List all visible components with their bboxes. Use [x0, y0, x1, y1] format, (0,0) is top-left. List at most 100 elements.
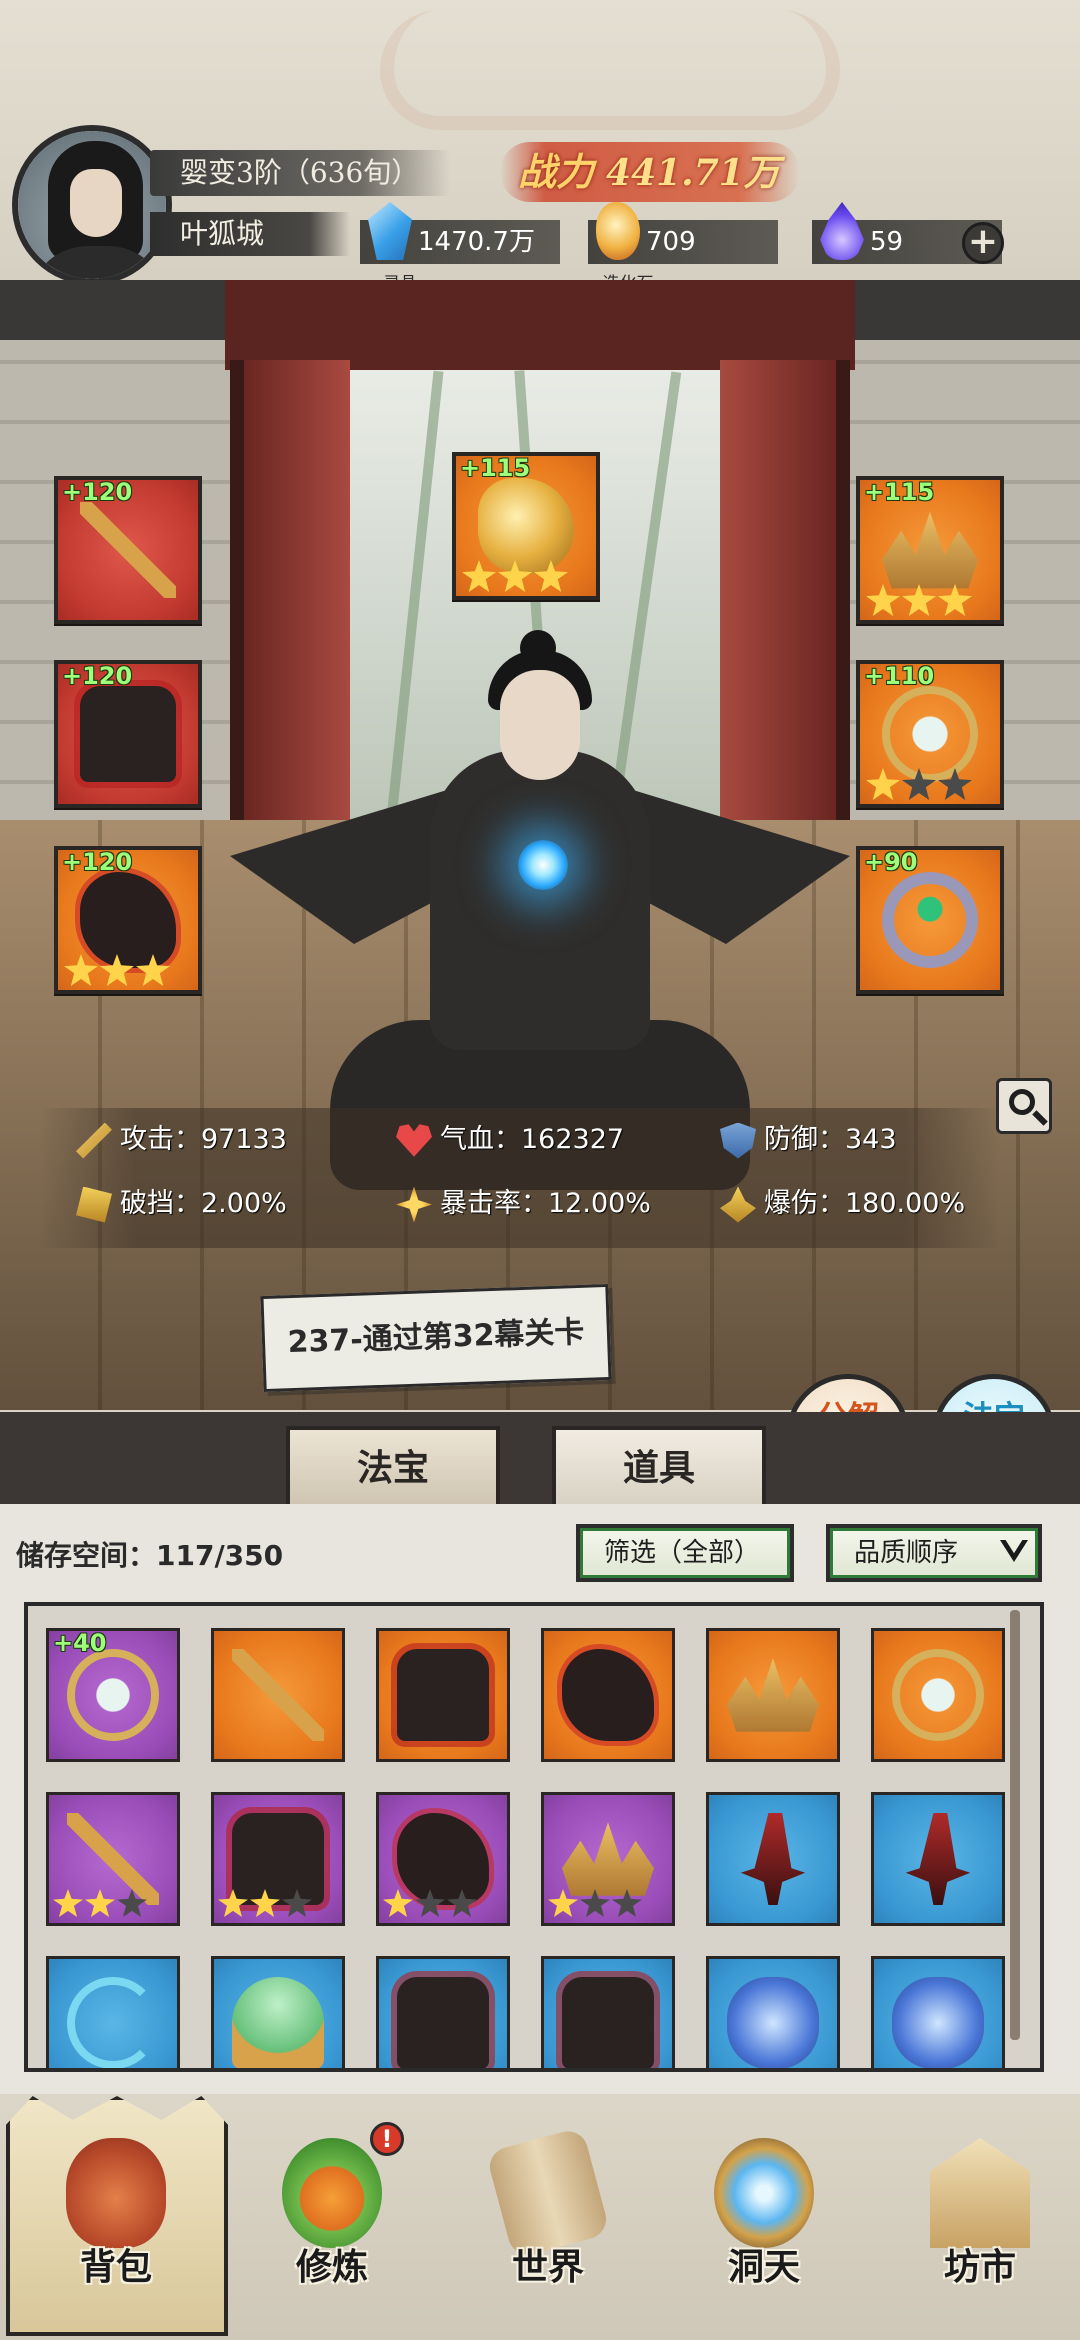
inventory-item[interactable]: +40	[46, 1628, 180, 1762]
star-icon	[415, 1889, 445, 1917]
enhance-bonus: +120	[62, 848, 133, 876]
inventory-item[interactable]	[46, 1792, 180, 1926]
cultivate-lotus-icon	[282, 2138, 382, 2248]
nav-item-2[interactable]: 世界	[448, 2110, 648, 2340]
star-rating	[383, 1889, 477, 1921]
combat-power: 战力 441.71万	[500, 142, 800, 202]
stat-crit-rate: 暴击率：12.00%	[396, 1182, 651, 1226]
resource-value: 1470.7万	[418, 227, 535, 257]
star-icon	[250, 1889, 280, 1917]
inventory-item[interactable]	[541, 1792, 675, 1926]
enhance-bonus: +120	[62, 662, 133, 690]
sort-dropdown[interactable]: 品质顺序	[826, 1524, 1042, 1582]
star-rating	[548, 1889, 642, 1921]
star-icon	[902, 768, 936, 800]
sword-icon	[76, 1122, 112, 1159]
armor-item-icon	[562, 1977, 654, 2068]
resource-value: 709	[646, 227, 696, 257]
crown-item-icon	[727, 1658, 819, 1732]
blueorb-item-icon	[892, 1977, 984, 2068]
stats-panel: 攻击：97133 气血：162327 防御：343 破挡：2.00% 暴击率：1…	[40, 1108, 1000, 1248]
stat-text: 防御：343	[764, 1124, 897, 1155]
star-icon	[612, 1889, 642, 1917]
inventory-item[interactable]	[706, 1956, 840, 2068]
resource-spirit-crystal[interactable]: 1470.7万 灵晶	[360, 202, 560, 294]
star-icon	[866, 768, 900, 800]
inventory-item[interactable]	[871, 1792, 1005, 1926]
equip-slot-right-3[interactable]: +90	[856, 846, 1004, 994]
inventory-item[interactable]	[46, 1956, 180, 2068]
inventory-grid: +40	[24, 1602, 1044, 2072]
inventory-scrollbar[interactable]	[1010, 1610, 1020, 2040]
chevron-down-icon	[1000, 1540, 1028, 1562]
equip-slot-left-3[interactable]: +120	[54, 846, 202, 994]
nav-item-0[interactable]: 背包	[16, 2110, 216, 2340]
resource-creation-stone[interactable]: 709 造化石	[588, 202, 778, 294]
star-icon	[100, 954, 134, 986]
magnifier-button[interactable]	[996, 1078, 1052, 1134]
inventory-item[interactable]	[376, 1792, 510, 1926]
inventory-item[interactable]	[211, 1956, 345, 2068]
stage-quest-banner[interactable]: 237-通过第32幕关卡	[260, 1283, 612, 1393]
enhance-bonus: +115	[460, 454, 531, 482]
storage-capacity: 储存空间：117/350	[16, 1539, 284, 1572]
bow-item-icon	[67, 1977, 159, 2068]
star-icon	[534, 560, 568, 592]
combat-power-value: 441.71万	[606, 152, 780, 194]
star-icon	[117, 1889, 147, 1917]
inventory-item[interactable]	[376, 1956, 510, 2068]
star-icon	[447, 1889, 477, 1917]
equip-slot-left-2[interactable]: +120	[54, 660, 202, 808]
stat-text: 气血：162327	[440, 1124, 625, 1155]
nav-item-4[interactable]: 坊市	[880, 2110, 1080, 2340]
magnifier-icon	[1009, 1089, 1035, 1115]
staff-item-icon	[232, 1649, 324, 1741]
star-rating	[462, 560, 568, 592]
star-icon	[383, 1889, 413, 1917]
cloud-decoration	[380, 10, 840, 130]
crit-rate-icon	[396, 1186, 432, 1223]
star-icon	[218, 1889, 248, 1917]
stat-crit-damage: 爆伤：180.00%	[720, 1182, 965, 1226]
heart-icon	[396, 1124, 432, 1157]
star-icon	[938, 584, 972, 616]
nav-item-3[interactable]: 洞天	[664, 2110, 864, 2340]
equip-slot-right-2[interactable]: +110	[856, 660, 1004, 808]
inventory-item[interactable]	[541, 1956, 675, 2068]
enhance-bonus: +120	[62, 478, 133, 506]
game-screen: 婴变3阶（636旬） 叶狐城 战力 441.71万 1470.7万 灵晶 709 …	[0, 0, 1080, 2340]
inventory-item[interactable]	[376, 1628, 510, 1762]
inventory-item[interactable]	[541, 1628, 675, 1762]
star-rating	[53, 1889, 147, 1921]
nav-item-1[interactable]: 修炼!	[232, 2110, 432, 2340]
star-icon	[53, 1889, 83, 1917]
tab-bar-background	[0, 1412, 1080, 1504]
stat-armor-break: 破挡：2.00%	[76, 1182, 287, 1226]
crit-damage-icon	[720, 1186, 756, 1223]
enhance-bonus: +40	[53, 1629, 107, 1657]
tab-daoju[interactable]: 道具	[552, 1426, 766, 1508]
equip-slot-right-1[interactable]: +115	[856, 476, 1004, 624]
inventory-item[interactable]	[871, 1628, 1005, 1762]
backpack-icon	[66, 2138, 166, 2248]
star-icon	[580, 1889, 610, 1917]
equip-slot-top[interactable]: +115	[452, 452, 600, 600]
add-resource-button[interactable]: +	[962, 222, 1004, 264]
inventory-item[interactable]	[706, 1628, 840, 1762]
inventory-item[interactable]	[706, 1792, 840, 1926]
alert-badge-icon: !	[370, 2122, 404, 2156]
sort-label: 品质顺序	[854, 1538, 959, 1568]
dagger-item-icon	[905, 1813, 971, 1905]
star-rating	[64, 954, 170, 986]
inventory-item[interactable]	[211, 1628, 345, 1762]
stat-hp: 气血：162327	[396, 1118, 624, 1162]
inventory-item[interactable]	[871, 1956, 1005, 2068]
enhance-bonus: +110	[864, 662, 935, 690]
equip-slot-left-1[interactable]: +120	[54, 476, 202, 624]
player-avatar[interactable]	[12, 125, 172, 285]
star-rating	[866, 768, 972, 800]
filter-dropdown[interactable]: 筛选（全部）	[576, 1524, 794, 1582]
star-icon	[282, 1889, 312, 1917]
inventory-item[interactable]	[211, 1792, 345, 1926]
tab-fabao[interactable]: 法宝	[286, 1426, 500, 1508]
